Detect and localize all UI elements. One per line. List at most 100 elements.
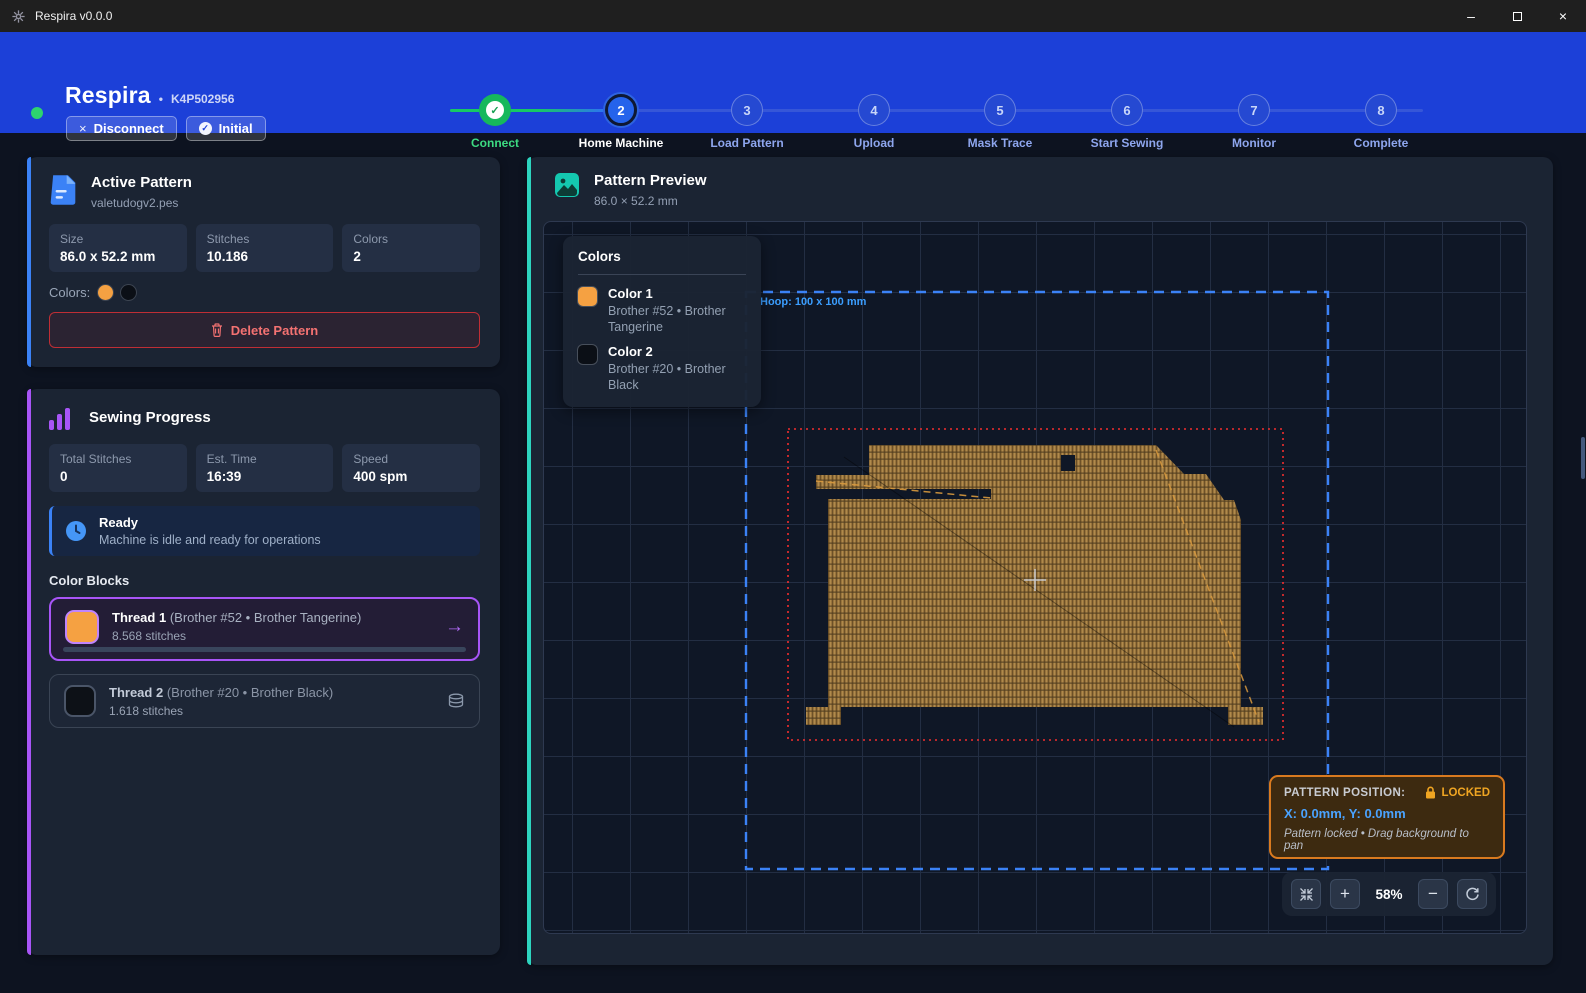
window-title: Respira v0.0.0 xyxy=(35,9,112,23)
step-number: 8 xyxy=(1365,94,1397,126)
card-accent xyxy=(27,157,31,367)
titlebar: Respira v0.0.0 – × xyxy=(0,0,1586,32)
stat-value: 86.0 x 52.2 mm xyxy=(60,249,176,264)
pattern-preview-card: Pattern Preview 86.0 × 52.2 mm xyxy=(527,157,1553,965)
card-title: Pattern Preview xyxy=(594,172,707,189)
x-icon: × xyxy=(79,121,87,136)
thread-1-progress-bar xyxy=(63,647,466,652)
stat-label: Size xyxy=(60,232,176,246)
legend-entry-color-2: Color 2 Brother #20 • Brother Black xyxy=(578,344,746,393)
stat-label: Colors xyxy=(353,232,469,246)
step-connect[interactable]: ✓ Connect xyxy=(479,94,511,126)
close-button[interactable]: × xyxy=(1540,0,1586,32)
step-home-machine[interactable]: 2 Home Machine xyxy=(605,94,637,126)
initial-label: Initial xyxy=(219,121,253,136)
step-number: 3 xyxy=(731,94,763,126)
color-blocks-heading: Color Blocks xyxy=(49,573,480,588)
card-accent xyxy=(527,157,531,965)
colors-legend: Colors Color 1 Brother #52 • Brother Tan… xyxy=(563,236,761,407)
thread-name: Thread 2 xyxy=(109,685,163,700)
stat-value: 10.186 xyxy=(207,249,323,264)
step-number: 2 xyxy=(605,94,637,126)
stat-label: Stitches xyxy=(207,232,323,246)
colors-label: Colors: xyxy=(49,285,90,300)
legend-color-name: Color 1 xyxy=(608,286,746,301)
page-scrollbar[interactable] xyxy=(1581,437,1585,479)
status-description: Machine is idle and ready for operations xyxy=(99,533,321,547)
step-start-sewing[interactable]: 6 Start Sewing xyxy=(1111,94,1143,126)
step-mask-trace[interactable]: 5 Mask Trace xyxy=(984,94,1016,126)
zoom-controls: + 58% − xyxy=(1282,872,1496,916)
disconnect-button[interactable]: × Disconnect xyxy=(66,116,177,141)
stat-value: 400 spm xyxy=(353,469,469,484)
app-name: Respira xyxy=(65,82,151,109)
zoom-out-button[interactable]: − xyxy=(1418,879,1448,909)
color-swatch-orange xyxy=(98,285,113,300)
pattern-canvas[interactable]: Hoop: 100 x 100 mm Colors Color 1 Brothe… xyxy=(543,221,1527,934)
delete-pattern-label: Delete Pattern xyxy=(231,323,318,338)
app-logo-icon xyxy=(11,9,26,24)
stat-label: Total Stitches xyxy=(60,452,176,466)
color-swatch-black xyxy=(121,285,136,300)
card-accent xyxy=(27,389,31,955)
legend-color-desc: Brother #52 • Brother Tangerine xyxy=(608,304,746,335)
step-check-icon: ✓ xyxy=(479,94,511,126)
status-title: Ready xyxy=(99,515,321,530)
step-load-pattern[interactable]: 3 Load Pattern xyxy=(731,94,763,126)
thread-2-swatch xyxy=(64,685,96,717)
document-icon xyxy=(49,174,77,206)
app-header: Respira • K4P502956 × Disconnect ✓ Initi… xyxy=(0,32,1586,133)
delete-pattern-button[interactable]: Delete Pattern xyxy=(49,312,480,348)
stat-colors: Colors 2 xyxy=(342,224,480,272)
zoom-in-button[interactable]: + xyxy=(1330,879,1360,909)
minimize-button[interactable]: – xyxy=(1448,0,1494,32)
machine-status-banner: Ready Machine is idle and ready for oper… xyxy=(49,506,480,556)
pattern-filename: valetudogv2.pes xyxy=(91,196,192,210)
step-label: Upload xyxy=(809,136,939,150)
bullet-separator: • xyxy=(159,92,163,106)
step-upload[interactable]: 4 Upload xyxy=(858,94,890,126)
maximize-button[interactable] xyxy=(1494,0,1540,32)
step-label: Load Pattern xyxy=(682,136,812,150)
thread-detail: (Brother #52 • Brother Tangerine) xyxy=(170,610,361,625)
step-label: Home Machine xyxy=(556,136,686,150)
active-pattern-card: Active Pattern valetudogv2.pes Size 86.0… xyxy=(27,157,500,367)
card-title: Active Pattern xyxy=(91,174,192,191)
initial-button[interactable]: ✓ Initial xyxy=(186,116,266,141)
thread-stitch-count: 8.568 stitches xyxy=(112,629,361,643)
pan-hint: Pattern locked • Drag background to pan xyxy=(1284,828,1490,852)
thread-2-block[interactable]: Thread 2 (Brother #20 • Brother Black) 1… xyxy=(49,674,480,728)
arrow-right-icon: → xyxy=(445,616,464,638)
layers-icon xyxy=(447,692,465,710)
stepper-track-complete xyxy=(450,109,610,112)
step-label: Start Sewing xyxy=(1062,136,1192,150)
step-monitor[interactable]: 7 Monitor xyxy=(1238,94,1270,126)
stat-est-time: Est. Time 16:39 xyxy=(196,444,334,492)
step-number: 6 xyxy=(1111,94,1143,126)
sewing-progress-card: Sewing Progress Total Stitches 0 Est. Ti… xyxy=(27,389,500,955)
stat-label: Speed xyxy=(353,452,469,466)
stat-value: 16:39 xyxy=(207,469,323,484)
thread-stitch-count: 1.618 stitches xyxy=(109,704,333,718)
legend-swatch xyxy=(578,345,597,364)
step-label: Monitor xyxy=(1189,136,1319,150)
step-number: 4 xyxy=(858,94,890,126)
step-complete[interactable]: 8 Complete xyxy=(1365,94,1397,126)
stat-label: Est. Time xyxy=(207,452,323,466)
stat-speed: Speed 400 spm xyxy=(342,444,480,492)
fit-to-view-button[interactable] xyxy=(1291,879,1321,909)
pattern-coordinates: X: 0.0mm, Y: 0.0mm xyxy=(1284,806,1490,821)
step-label: Complete xyxy=(1316,136,1446,150)
thread-1-swatch xyxy=(65,610,99,644)
maximize-icon xyxy=(1513,12,1522,21)
legend-title: Colors xyxy=(578,249,746,264)
reset-view-button[interactable] xyxy=(1457,879,1487,909)
step-number: 5 xyxy=(984,94,1016,126)
hoop-label: Hoop: 100 x 100 mm xyxy=(760,296,866,308)
pattern-dimensions: 86.0 × 52.2 mm xyxy=(594,194,707,208)
step-number: 7 xyxy=(1238,94,1270,126)
step-label: Mask Trace xyxy=(935,136,1065,150)
refresh-icon xyxy=(1465,887,1480,902)
stat-value: 0 xyxy=(60,469,176,484)
thread-1-block[interactable]: Thread 1 (Brother #52 • Brother Tangerin… xyxy=(49,597,480,661)
